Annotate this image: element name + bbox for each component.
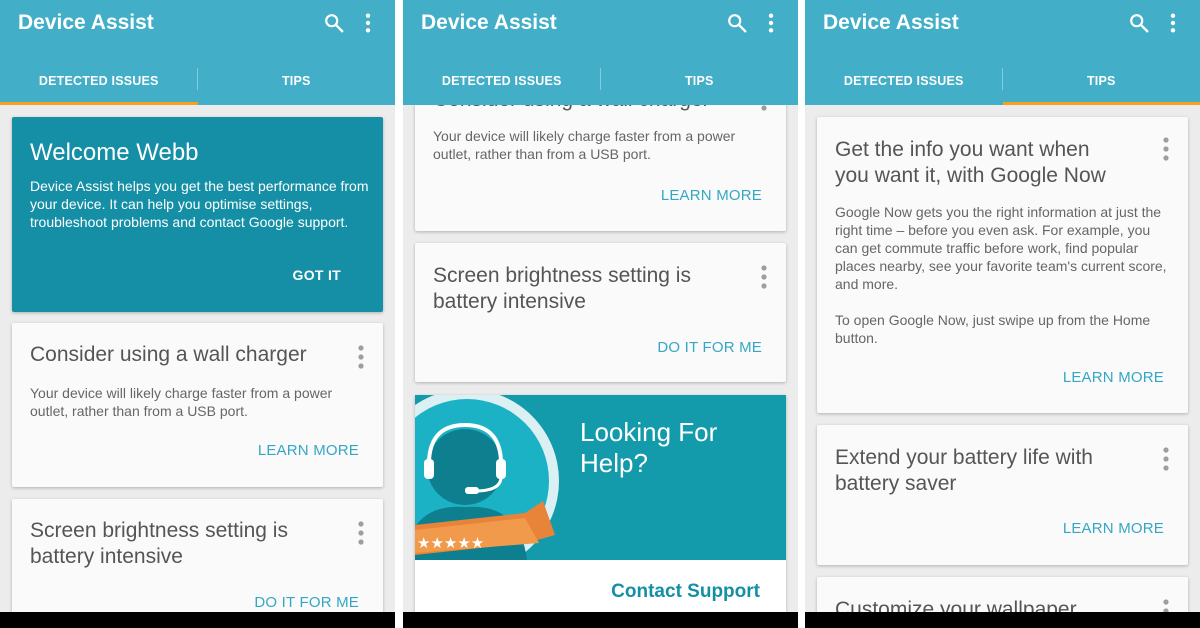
card-menu-icon[interactable] (1162, 137, 1170, 161)
app-bar: Device Assist DETECTED ISSUES TIPS (403, 0, 798, 105)
contact-support-button[interactable]: Contact Support (611, 581, 760, 603)
brightness-card: Screen brightness setting is battery int… (12, 499, 383, 612)
card-title: Consider using a wall charger (30, 343, 307, 366)
do-it-for-me-button[interactable]: DO IT FOR ME (254, 594, 359, 611)
navigation-bar (805, 612, 1200, 628)
svg-text:★★★★★: ★★★★★ (417, 534, 484, 552)
help-title: Looking For Help? (580, 417, 718, 478)
screens: Device Assist DETECTED ISSUES TIPS Welco… (0, 0, 1200, 628)
navigation-bar (403, 612, 798, 628)
welcome-body: Device Assist helps you get the best per… (30, 178, 369, 230)
tab-detected-issues[interactable]: DETECTED ISSUES (805, 56, 1003, 105)
card-title: Customize your wallpaper (835, 598, 1077, 612)
card-body: Your device will likely charge faster fr… (30, 385, 333, 419)
card-title: Screen brightness setting is battery int… (30, 519, 288, 568)
more-vert-icon[interactable] (357, 12, 379, 34)
card-title: Consider using a wall charger (433, 105, 726, 113)
tab-tips[interactable]: TIPS (1003, 56, 1200, 105)
help-banner: ★★★★★ Looking For Help? (415, 395, 786, 560)
tab-indicator (0, 102, 198, 105)
app-bar: Device Assist DETECTED ISSUES TIPS (805, 0, 1200, 105)
tab-bar: DETECTED ISSUES TIPS (403, 56, 798, 105)
wall-charger-card: Consider using a wall charger Your devic… (12, 323, 383, 487)
got-it-button[interactable]: GOT IT (293, 267, 341, 283)
google-now-card: Get the info you want when you want it, … (817, 117, 1188, 413)
learn-more-button[interactable]: LEARN MORE (258, 442, 359, 459)
card-title: Screen brightness setting is battery int… (433, 264, 691, 313)
issue-list[interactable]: Welcome Webb Device Assist helps you get… (0, 105, 395, 612)
do-it-for-me-button[interactable]: DO IT FOR ME (657, 339, 762, 356)
help-card: ★★★★★ Looking For Help? Contact Support (415, 395, 786, 612)
card-body: Your device will likely charge faster fr… (433, 128, 736, 162)
welcome-title: Welcome Webb (30, 139, 199, 166)
learn-more-button[interactable]: LEARN MORE (1063, 520, 1164, 537)
more-vert-icon[interactable] (760, 12, 782, 34)
tab-bar: DETECTED ISSUES TIPS (0, 56, 395, 105)
tab-divider (600, 68, 601, 90)
screen-detected-issues-scrolled: Device Assist DETECTED ISSUES TIPS Consi… (403, 0, 798, 628)
card-body-secondary: To open Google Now, just swipe up from t… (835, 312, 1151, 346)
card-body: Google Now gets you the right informatio… (835, 204, 1167, 292)
tab-divider (1002, 68, 1003, 90)
tab-indicator (1002, 102, 1200, 105)
brightness-card: Screen brightness setting is battery int… (415, 243, 786, 382)
tab-tips[interactable]: TIPS (198, 56, 396, 105)
tab-bar: DETECTED ISSUES TIPS (805, 56, 1200, 105)
screen-detected-issues: Device Assist DETECTED ISSUES TIPS Welco… (0, 0, 395, 628)
card-menu-icon[interactable] (1162, 599, 1170, 612)
tab-divider (197, 68, 198, 90)
card-menu-icon[interactable] (760, 265, 768, 289)
tab-tips[interactable]: TIPS (601, 56, 799, 105)
app-title: Device Assist (823, 11, 959, 34)
search-icon[interactable] (323, 12, 345, 34)
wallpaper-card: Customize your wallpaper (817, 577, 1188, 612)
learn-more-button[interactable]: LEARN MORE (661, 187, 762, 204)
navigation-bar (0, 612, 395, 628)
screen-tips: Device Assist DETECTED ISSUES TIPS Get t… (805, 0, 1200, 628)
issue-list[interactable]: Consider using a wall charger Your devic… (403, 105, 798, 612)
app-title: Device Assist (421, 11, 557, 34)
welcome-card: Welcome Webb Device Assist helps you get… (12, 117, 383, 312)
tab-detected-issues[interactable]: DETECTED ISSUES (403, 56, 601, 105)
search-icon[interactable] (1128, 12, 1150, 34)
search-icon[interactable] (726, 12, 748, 34)
learn-more-button[interactable]: LEARN MORE (1063, 369, 1164, 386)
more-vert-icon[interactable] (1162, 12, 1184, 34)
card-menu-icon[interactable] (357, 345, 365, 369)
card-title: Extend your battery life with battery sa… (835, 446, 1093, 495)
app-title: Device Assist (18, 11, 154, 34)
wall-charger-card: Consider using a wall charger Your devic… (415, 105, 786, 231)
card-menu-icon[interactable] (760, 105, 768, 111)
card-menu-icon[interactable] (1162, 447, 1170, 471)
card-title: Get the info you want when you want it, … (835, 138, 1106, 187)
battery-saver-card: Extend your battery life with battery sa… (817, 425, 1188, 565)
card-menu-icon[interactable] (357, 521, 365, 545)
tab-detected-issues[interactable]: DETECTED ISSUES (0, 56, 198, 105)
app-bar: Device Assist DETECTED ISSUES TIPS (0, 0, 395, 105)
tips-list[interactable]: Get the info you want when you want it, … (805, 105, 1200, 612)
